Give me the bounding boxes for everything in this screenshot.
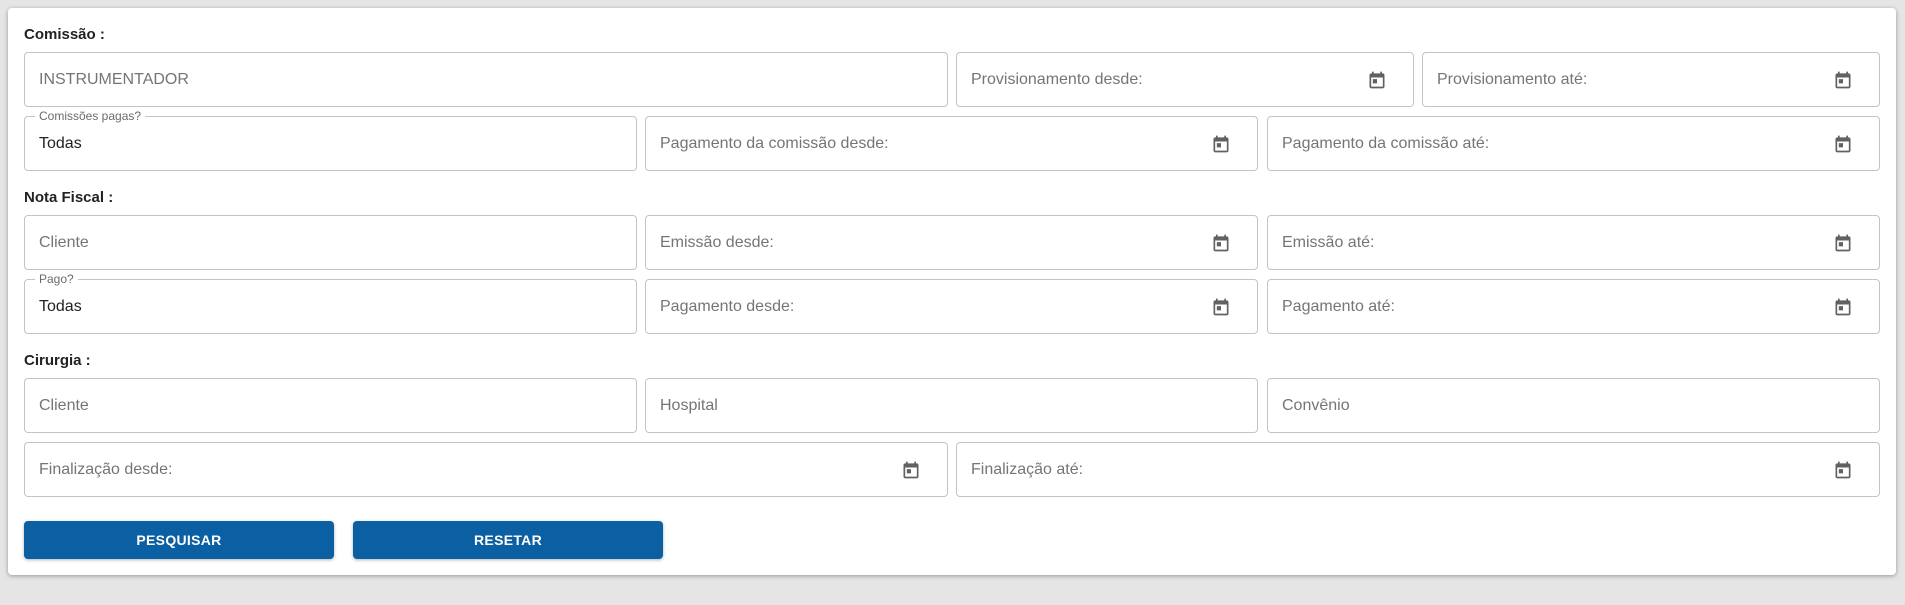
pago-select[interactable]: Pago? Todas bbox=[24, 272, 637, 334]
pagamento-comissao-ate-placeholder: Pagamento da comissão até: bbox=[1282, 134, 1490, 152]
emissao-desde-field[interactable]: Emissão desde: bbox=[645, 215, 1258, 270]
pesquisar-button[interactable]: PESQUISAR bbox=[24, 521, 334, 559]
pagamento-comissao-desde-placeholder: Pagamento da comissão desde: bbox=[660, 134, 889, 152]
instrumentador-input[interactable]: INSTRUMENTADOR bbox=[24, 52, 948, 107]
pagamento-desde-field[interactable]: Pagamento desde: bbox=[645, 279, 1258, 334]
emissao-ate-field[interactable]: Emissão até: bbox=[1267, 215, 1880, 270]
calendar-icon[interactable] bbox=[1833, 133, 1853, 155]
filter-card: Comissão : INSTRUMENTADOR Provisionament… bbox=[8, 8, 1896, 575]
pagamento-ate-field[interactable]: Pagamento até: bbox=[1267, 279, 1880, 334]
pago-label: Pago? bbox=[35, 272, 78, 286]
calendar-icon[interactable] bbox=[1833, 232, 1853, 254]
convenio-input[interactable]: Convênio bbox=[1267, 378, 1880, 433]
calendar-icon[interactable] bbox=[1833, 69, 1853, 91]
section-title-nota-fiscal: Nota Fiscal : bbox=[24, 189, 114, 206]
calendar-icon[interactable] bbox=[1211, 232, 1231, 254]
pagamento-desde-placeholder: Pagamento desde: bbox=[660, 297, 795, 315]
finalizacao-desde-field[interactable]: Finalização desde: bbox=[24, 442, 948, 497]
calendar-icon[interactable] bbox=[1833, 459, 1853, 481]
convenio-placeholder: Convênio bbox=[1282, 396, 1350, 414]
calendar-icon[interactable] bbox=[1367, 69, 1387, 91]
pagamento-comissao-desde-field[interactable]: Pagamento da comissão desde: bbox=[645, 116, 1258, 171]
calendar-icon[interactable] bbox=[1833, 296, 1853, 318]
provisionamento-ate-placeholder: Provisionamento até: bbox=[1437, 70, 1588, 88]
nf-cliente-input[interactable]: Cliente bbox=[24, 215, 637, 270]
comissoes-pagas-value: Todas bbox=[39, 134, 82, 152]
finalizacao-ate-field[interactable]: Finalização até: bbox=[956, 442, 1880, 497]
cirurgia-cliente-input[interactable]: Cliente bbox=[24, 378, 637, 433]
emissao-desde-placeholder: Emissão desde: bbox=[660, 233, 774, 251]
emissao-ate-placeholder: Emissão até: bbox=[1282, 233, 1375, 251]
pagamento-ate-placeholder: Pagamento até: bbox=[1282, 297, 1395, 315]
instrumentador-placeholder: INSTRUMENTADOR bbox=[39, 70, 189, 88]
provisionamento-desde-placeholder: Provisionamento desde: bbox=[971, 70, 1143, 88]
comissoes-pagas-label: Comissões pagas? bbox=[35, 109, 146, 123]
cirurgia-cliente-placeholder: Cliente bbox=[39, 396, 89, 414]
hospital-input[interactable]: Hospital bbox=[645, 378, 1258, 433]
calendar-icon[interactable] bbox=[1211, 133, 1231, 155]
section-title-comissao: Comissão : bbox=[24, 26, 105, 43]
provisionamento-ate-field[interactable]: Provisionamento até: bbox=[1422, 52, 1880, 107]
hospital-placeholder: Hospital bbox=[660, 396, 718, 414]
pago-value: Todas bbox=[39, 297, 82, 315]
provisionamento-desde-field[interactable]: Provisionamento desde: bbox=[956, 52, 1414, 107]
finalizacao-ate-placeholder: Finalização até: bbox=[971, 460, 1084, 478]
calendar-icon[interactable] bbox=[901, 459, 921, 481]
section-title-cirurgia: Cirurgia : bbox=[24, 352, 91, 369]
resetar-button[interactable]: RESETAR bbox=[353, 521, 663, 559]
nf-cliente-placeholder: Cliente bbox=[39, 233, 89, 251]
pagamento-comissao-ate-field[interactable]: Pagamento da comissão até: bbox=[1267, 116, 1880, 171]
comissoes-pagas-select[interactable]: Comissões pagas? Todas bbox=[24, 109, 637, 171]
finalizacao-desde-placeholder: Finalização desde: bbox=[39, 460, 173, 478]
calendar-icon[interactable] bbox=[1211, 296, 1231, 318]
